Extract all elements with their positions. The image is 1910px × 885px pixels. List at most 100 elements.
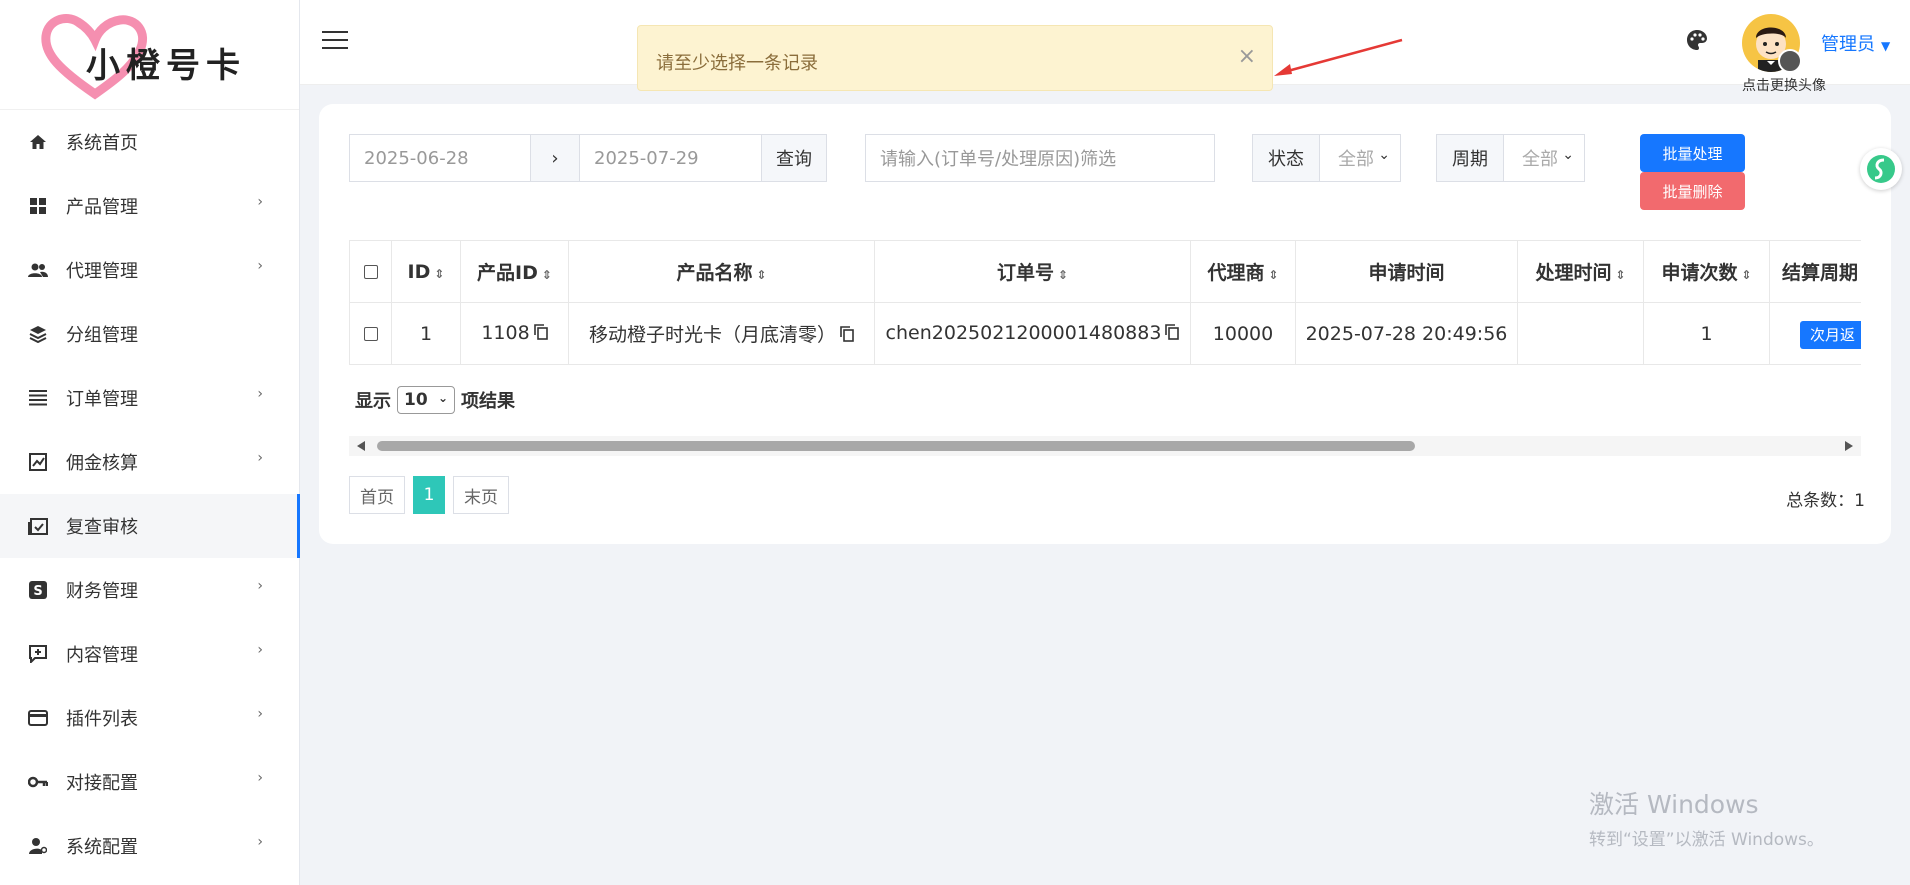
query-button[interactable]: 查询 — [761, 134, 827, 182]
camera-icon[interactable] — [1778, 49, 1802, 73]
copy-icon[interactable] — [840, 325, 854, 347]
sort-icon: ⇕ — [1057, 268, 1069, 282]
column-header-agent[interactable]: 代理商 ⇕ — [1190, 240, 1296, 303]
sidebar-item-orders[interactable]: 订单管理 › — [0, 366, 299, 430]
horizontal-scrollbar[interactable] — [349, 436, 1861, 456]
chevron-down-icon: ⌄ — [1562, 147, 1574, 163]
result-label: 项结果 — [461, 391, 515, 412]
page-size-select[interactable]: 10 ⌄ — [397, 386, 455, 414]
sidebar-item-label: 分组管理 — [66, 325, 138, 346]
chevron-right-icon: › — [257, 706, 263, 722]
sidebar-item-finance[interactable]: S 财务管理 › — [0, 558, 299, 622]
logo[interactable]: 小橙号卡 — [0, 0, 299, 110]
sidebar-item-home[interactable]: 系统首页 — [0, 110, 299, 174]
table-header-row: ID ⇕ 产品ID ⇕ 产品名称 ⇕ 订单号 ⇕ 代理商 ⇕ 申请时间 处理时间 ⇕ 申请次… — [349, 240, 1861, 303]
toast-message: 请至少选择一条记录 — [656, 53, 818, 74]
grid-icon — [28, 196, 48, 216]
avatar-hint: 点击更换头像 — [1742, 78, 1826, 94]
column-header-order-no[interactable]: 订单号 ⇕ — [874, 240, 1191, 303]
last-page-button[interactable]: 末页 — [453, 476, 509, 514]
show-label: 显示 — [355, 391, 391, 412]
total-count: 总条数：1 — [1786, 491, 1865, 511]
home-icon — [28, 132, 48, 152]
users-icon — [28, 260, 48, 280]
chevron-right-icon: › — [257, 834, 263, 850]
sidebar-item-label: 产品管理 — [66, 197, 138, 218]
column-header-apply-count[interactable]: 申请次数 ⇕ — [1643, 240, 1770, 303]
dollar-icon: S — [28, 580, 48, 600]
sidebar-item-label: 复查审核 — [66, 517, 138, 538]
scroll-right-icon[interactable] — [1845, 441, 1853, 451]
floating-assistant-icon[interactable] — [1860, 148, 1902, 190]
chevron-down-icon: ⌄ — [437, 391, 448, 405]
column-header-process-time[interactable]: 处理时间 ⇕ — [1517, 240, 1644, 303]
watermark-title: 激活 Windows — [1589, 790, 1759, 819]
review-card: 2025-06-28 › 2025-07-29 查询 请输入(订单号/处理原因)… — [319, 104, 1891, 544]
chevron-right-icon: › — [257, 258, 263, 274]
status-label: 状态 — [1252, 134, 1320, 182]
status-value: 全部 — [1338, 149, 1374, 170]
page-button-1[interactable]: 1 — [413, 476, 445, 514]
sidebar-item-label: 系统首页 — [66, 133, 138, 154]
comment-plus-icon — [28, 644, 48, 664]
chart-box-icon — [28, 452, 48, 472]
sidebar-item-integration[interactable]: 对接配置 › — [0, 750, 299, 814]
sort-icon: ⇕ — [541, 268, 552, 282]
pagination: 首页 1 末页 — [349, 476, 517, 514]
key-icon — [28, 772, 48, 792]
cell-agent: 10000 — [1190, 302, 1296, 365]
sidebar-item-plugins[interactable]: 插件列表 › — [0, 686, 299, 750]
column-header-id[interactable]: ID ⇕ — [391, 240, 461, 303]
annotation-arrow-icon — [1274, 38, 1403, 76]
menu-toggle-icon[interactable] — [322, 31, 348, 51]
palette-icon[interactable] — [1685, 28, 1709, 56]
chevron-right-icon: › — [257, 770, 263, 786]
sidebar-item-content[interactable]: 内容管理 › — [0, 622, 299, 686]
cell-product-id: 1108 — [460, 302, 569, 365]
svg-text:S: S — [33, 584, 42, 599]
cell-apply-time: 2025-07-28 20:49:56 — [1295, 302, 1518, 365]
end-date-input[interactable]: 2025-07-29 — [579, 134, 762, 182]
chevron-down-icon: ⌄ — [1378, 147, 1390, 163]
batch-process-button[interactable]: 批量处理 — [1640, 134, 1745, 172]
sidebar-item-label: 代理管理 — [66, 261, 138, 282]
column-header-product-id[interactable]: 产品ID ⇕ — [460, 240, 569, 303]
status-select[interactable]: 全部 ⌄ — [1319, 134, 1401, 182]
row-checkbox[interactable] — [349, 302, 392, 365]
sidebar-item-agents[interactable]: 代理管理 › — [0, 238, 299, 302]
cell-product-name: 移动橙子时光卡（月底清零） — [568, 302, 875, 365]
column-header-product-name[interactable]: 产品名称 ⇕ — [568, 240, 875, 303]
cycle-select[interactable]: 全部 ⌄ — [1503, 134, 1585, 182]
sidebar-item-review[interactable]: 复查审核 — [0, 494, 300, 558]
search-input[interactable]: 请输入(订单号/处理原因)筛选 — [865, 134, 1215, 182]
layers-icon — [28, 324, 48, 344]
chevron-right-icon: › — [257, 194, 263, 210]
chevron-right-icon: › — [257, 450, 263, 466]
table-row: 1 1108 移动橙子时光卡（月底清零） chen202502120000148… — [349, 302, 1861, 365]
sidebar-item-products[interactable]: 产品管理 › — [0, 174, 299, 238]
sidebar-item-system[interactable]: 系统配置 › — [0, 814, 299, 878]
sidebar-item-label: 对接配置 — [66, 773, 138, 794]
batch-delete-button[interactable]: 批量删除 — [1640, 172, 1745, 210]
select-all-checkbox[interactable] — [349, 240, 392, 303]
sidebar-item-groups[interactable]: 分组管理 — [0, 302, 299, 366]
sidebar-item-label: 系统配置 — [66, 837, 138, 858]
sidebar: 小橙号卡 系统首页 产品管理 › 代理管理 › 分组管理 订单管理 › 佣金核算 — [0, 0, 300, 885]
first-page-button[interactable]: 首页 — [349, 476, 405, 514]
scrollbar-thumb[interactable] — [377, 441, 1415, 451]
date-range-separator: › — [530, 134, 580, 182]
scroll-left-icon[interactable] — [357, 441, 365, 451]
sidebar-item-label: 插件列表 — [66, 709, 138, 730]
admin-menu[interactable]: 管理员 ▼ — [1821, 30, 1890, 56]
card-icon — [28, 708, 48, 728]
sidebar-item-commission[interactable]: 佣金核算 › — [0, 430, 299, 494]
start-date-input[interactable]: 2025-06-28 — [349, 134, 531, 182]
copy-icon[interactable] — [533, 323, 548, 345]
sort-icon: ⇕ — [756, 268, 767, 282]
sort-icon: ⇕ — [434, 266, 445, 281]
copy-icon[interactable] — [1165, 323, 1180, 345]
sort-icon: ⇕ — [1268, 268, 1279, 282]
close-icon[interactable]: × — [1238, 44, 1256, 69]
cell-apply-count: 1 — [1643, 302, 1770, 365]
sort-icon: ⇕ — [1615, 268, 1626, 282]
